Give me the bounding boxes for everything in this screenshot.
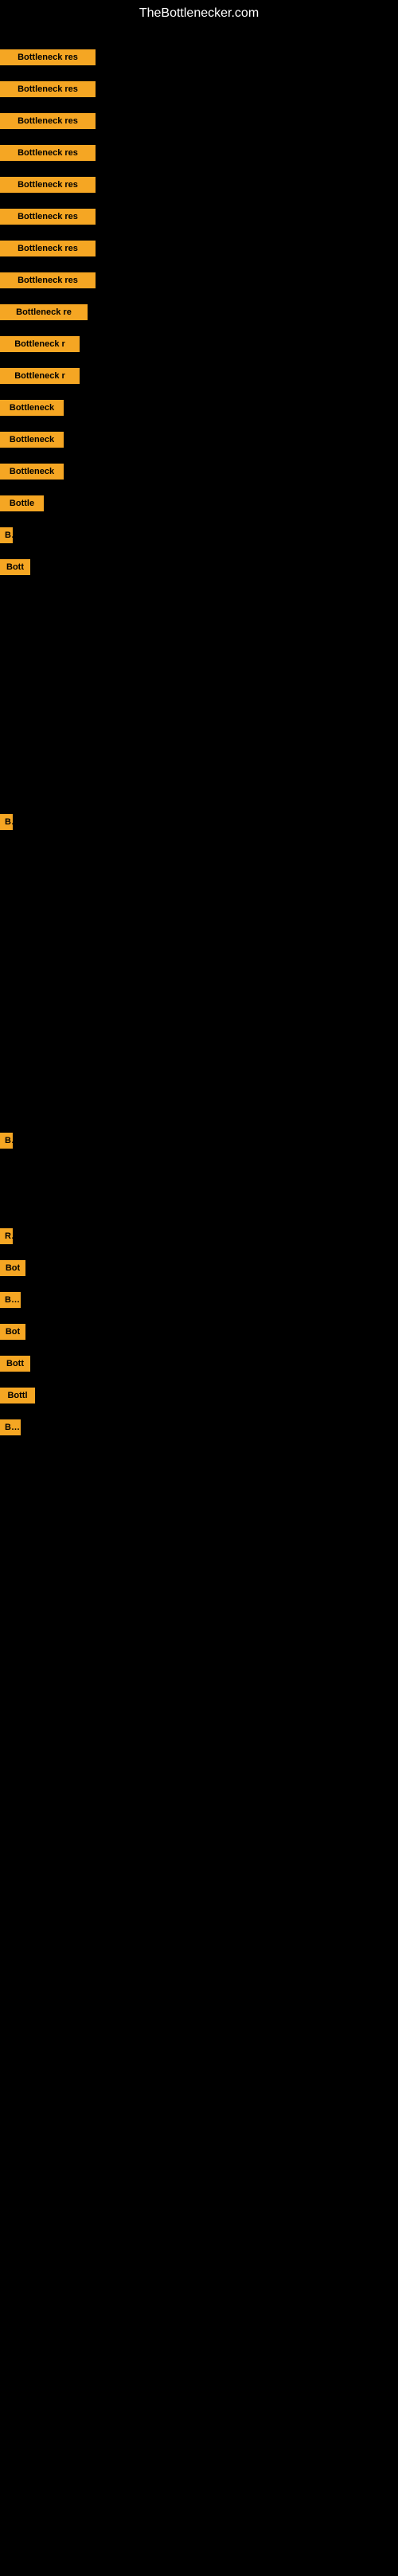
bottleneck-button-19[interactable]: B [0, 1133, 13, 1149]
bottleneck-button-24[interactable]: Bott [0, 1356, 30, 1372]
bottleneck-button-20[interactable]: R [0, 1228, 13, 1244]
bottleneck-button-14[interactable]: Bottleneck [0, 464, 64, 480]
bottleneck-button-17[interactable]: Bott [0, 559, 30, 575]
bottleneck-button-6[interactable]: Bottleneck res [0, 209, 96, 225]
bottleneck-button-8[interactable]: Bottleneck res [0, 272, 96, 288]
bottleneck-button-11[interactable]: Bottleneck r [0, 368, 80, 384]
site-title: TheBottlenecker.com [0, 0, 398, 27]
bottleneck-button-5[interactable]: Bottleneck res [0, 177, 96, 193]
bottleneck-button-21[interactable]: Bot [0, 1260, 25, 1276]
bottleneck-button-3[interactable]: Bottleneck res [0, 113, 96, 129]
bottleneck-button-7[interactable]: Bottleneck res [0, 241, 96, 256]
bottleneck-button-12[interactable]: Bottleneck [0, 400, 64, 416]
bottleneck-button-25[interactable]: Bottl [0, 1388, 35, 1403]
bottleneck-button-23[interactable]: Bot [0, 1324, 25, 1340]
bottleneck-button-9[interactable]: Bottleneck re [0, 304, 88, 320]
bottleneck-button-13[interactable]: Bottleneck [0, 432, 64, 448]
bottleneck-button-18[interactable]: B [0, 814, 13, 830]
bottleneck-button-4[interactable]: Bottleneck res [0, 145, 96, 161]
bottleneck-button-16[interactable]: B [0, 527, 13, 543]
bottleneck-button-22[interactable]: Bo [0, 1292, 21, 1308]
bottleneck-button-15[interactable]: Bottle [0, 495, 44, 511]
bottleneck-button-26[interactable]: Bo [0, 1419, 21, 1435]
bottleneck-button-1[interactable]: Bottleneck res [0, 49, 96, 65]
bottleneck-button-10[interactable]: Bottleneck r [0, 336, 80, 352]
bottleneck-button-2[interactable]: Bottleneck res [0, 81, 96, 97]
